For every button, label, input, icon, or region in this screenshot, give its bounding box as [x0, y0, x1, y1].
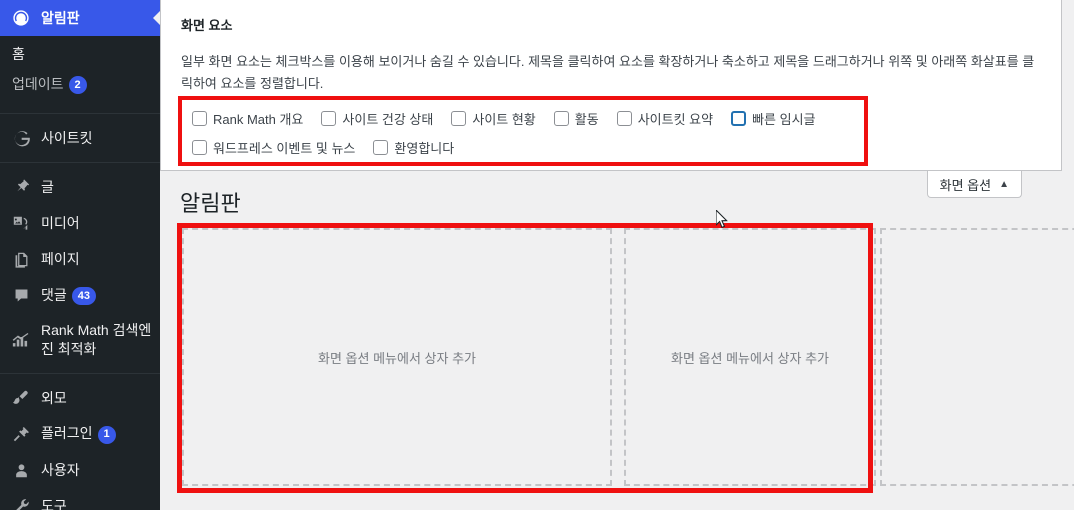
sidebar-item-rankmath[interactable]: Rank Math 검색엔진 최적화 [0, 313, 160, 367]
page-title: 알림판 [180, 191, 241, 216]
dashboard-column-3[interactable] [880, 228, 1074, 486]
sidebar-item-label: 댓글 43 [41, 286, 160, 305]
checkbox-box[interactable] [616, 111, 632, 126]
chevron-up-icon: ▲ [999, 178, 1009, 190]
rankmath-icon [10, 330, 32, 350]
comments-count-badge: 43 [71, 286, 97, 305]
comment-icon [10, 285, 32, 305]
checkbox-box[interactable] [451, 111, 467, 126]
sidebar-item-label: 플러그인 1 [41, 424, 160, 444]
sidebar-item-sitekit[interactable]: 사이트킷 [0, 120, 160, 156]
sidebar-label-text: 플러그인 [41, 425, 93, 442]
sidebar-divider-2 [0, 162, 160, 164]
checkbox-activity[interactable]: 활동 [553, 109, 599, 128]
screen-root: 알림판 홈 업데이트 2 사이트킷 글 미디어 페이지 댓글 43 Rank M… [0, 0, 1074, 510]
appearance-brush-icon [10, 388, 32, 408]
checkbox-site-kit-summary[interactable]: 사이트킷 요약 [616, 109, 714, 128]
updates-count-badge: 2 [68, 76, 87, 95]
sidebar-item-dashboard[interactable]: 알림판 [0, 0, 160, 36]
dashboard-icon [10, 8, 32, 28]
checkbox-label: 사이트킷 요약 [637, 112, 714, 127]
screen-options-toggle-label: 화면 옵션 [939, 177, 992, 193]
checkbox-label: 빠른 임시글 [752, 112, 816, 127]
sidebar-item-label: 사용자 [41, 461, 80, 478]
sidebar-item-posts[interactable]: 글 [0, 169, 160, 205]
checkbox-box[interactable] [373, 140, 389, 155]
checkbox-box[interactable] [192, 140, 207, 155]
admin-sidebar: 알림판 홈 업데이트 2 사이트킷 글 미디어 페이지 댓글 43 Rank M… [0, 0, 160, 510]
sidebar-item-pages[interactable]: 페이지 [0, 241, 160, 277]
checkbox-box[interactable] [731, 111, 747, 126]
sidebar-item-label: 미디어 [41, 214, 80, 231]
tools-wrench-icon [10, 496, 32, 510]
sidebar-divider-1 [0, 113, 160, 115]
sidebar-item-tools[interactable]: 도구 [0, 488, 160, 510]
checkbox-box[interactable] [321, 111, 337, 126]
checkbox-wordpress-events-news[interactable]: 워드프레스 이벤트 및 뉴스 [192, 138, 355, 157]
media-icon [10, 213, 32, 233]
checkbox-label: 워드프레스 이벤트 및 뉴스 [213, 141, 356, 156]
sidebar-divider-3 [0, 373, 160, 375]
page-icon [10, 249, 32, 269]
checkbox-label: 활동 [574, 112, 599, 127]
dashboard-submenu: 홈 업데이트 2 [0, 36, 160, 108]
checkbox-rank-math-overview[interactable]: Rank Math 개요 [192, 109, 303, 128]
checkbox-label: 사이트 현황 [472, 112, 536, 127]
submenu-updates-label: 업데이트 [12, 76, 64, 92]
checkbox-welcome[interactable]: 환영합니다 [373, 138, 454, 157]
plugin-icon [10, 424, 32, 444]
checkbox-site-health[interactable]: 사이트 건강 상태 [321, 109, 433, 128]
sidebar-item-plugins[interactable]: 플러그인 1 [0, 416, 160, 452]
sidebar-item-label: 알림판 [41, 9, 80, 26]
checkbox-label: Rank Math 개요 [213, 112, 304, 127]
sidebar-item-label: 도구 [41, 497, 67, 510]
checkbox-row-1: Rank Math 개요 사이트 건강 상태 사이트 현황 활동 사이트킷 요약 [192, 109, 854, 128]
screen-options-toggle-button[interactable]: 화면 옵션 ▲ [926, 171, 1022, 198]
checkbox-box[interactable] [553, 111, 569, 126]
sidebar-item-users[interactable]: 사용자 [0, 452, 160, 488]
sidebar-item-media[interactable]: 미디어 [0, 205, 160, 241]
sidebar-label-text: 댓글 [41, 286, 67, 303]
sidebar-item-label: 페이지 [41, 250, 80, 267]
active-arrow-icon [153, 10, 160, 26]
users-icon [10, 460, 32, 480]
dashboard-highlight-box [177, 223, 873, 493]
sidebar-item-comments[interactable]: 댓글 43 [0, 277, 160, 313]
sidebar-item-label: 외모 [41, 389, 67, 406]
submenu-item-updates[interactable]: 업데이트 2 [0, 69, 160, 99]
google-g-icon [10, 128, 32, 148]
sidebar-item-label: 사이트킷 [41, 129, 93, 146]
pin-icon [10, 177, 32, 197]
screen-options-title: 화면 요소 [181, 18, 233, 33]
checkbox-label: 사이트 건강 상태 [342, 112, 434, 127]
checkbox-at-a-glance[interactable]: 사이트 현황 [451, 109, 536, 128]
main-content: 화면 요소 일부 화면 요소는 체크박스를 이용해 보이거나 숨길 수 있습니다… [160, 0, 1074, 510]
sidebar-item-label: 글 [41, 178, 54, 195]
sidebar-item-label: Rank Math 검색엔진 최적화 [41, 322, 152, 358]
checkbox-quick-draft[interactable]: 빠른 임시글 [731, 109, 816, 128]
screen-options-description: 일부 화면 요소는 체크박스를 이용해 보이거나 숨길 수 있습니다. 제목을 … [181, 54, 1035, 92]
checkbox-label: 환영합니다 [394, 141, 455, 156]
submenu-item-home[interactable]: 홈 [0, 39, 160, 69]
checkbox-box[interactable] [192, 111, 207, 126]
screen-elements-checkbox-group: Rank Math 개요 사이트 건강 상태 사이트 현황 활동 사이트킷 요약 [178, 96, 868, 166]
checkbox-row-2: 워드프레스 이벤트 및 뉴스 환영합니다 [192, 138, 854, 157]
sidebar-item-appearance[interactable]: 외모 [0, 380, 160, 416]
plugins-count-badge: 1 [97, 425, 116, 444]
